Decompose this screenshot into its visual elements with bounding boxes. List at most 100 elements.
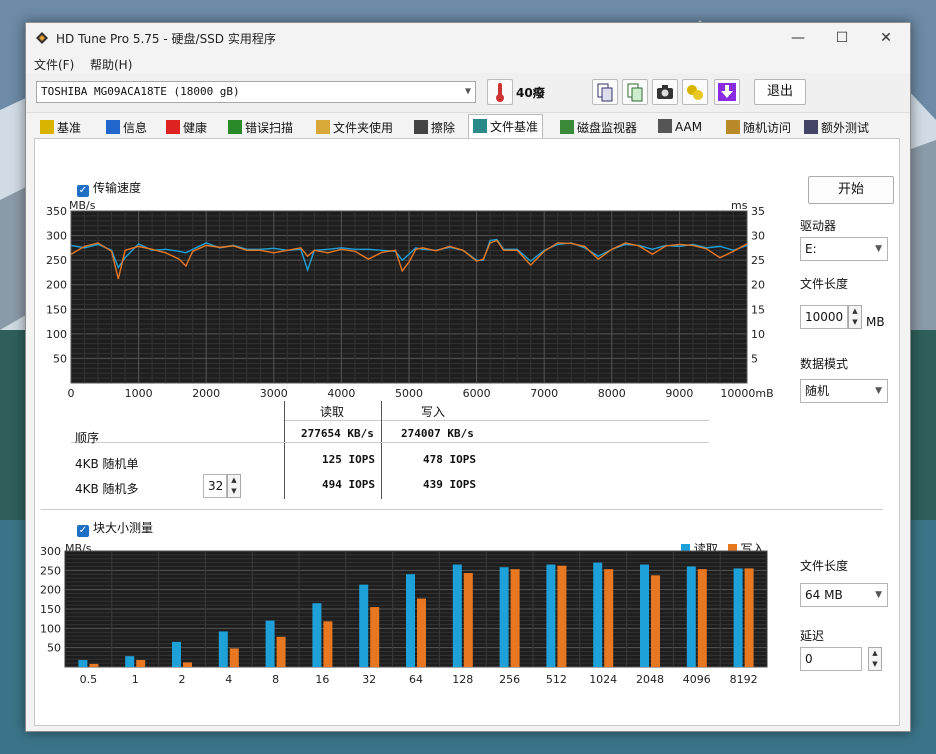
drive-select[interactable]: TOSHIBA MG09ACA18TE (18000 gB) ▼ [36, 81, 476, 103]
bar-read [406, 574, 415, 667]
bar-write [229, 648, 239, 667]
queue-depth-spinner[interactable]: ▲ ▼ [227, 474, 241, 498]
file-length-label: 文件长度 [800, 277, 849, 291]
block-file-length-select[interactable]: 64 MB ▼ [800, 583, 888, 607]
bar-write [136, 660, 146, 667]
exit-button[interactable]: 退出 [754, 79, 806, 105]
chevron-down-icon: ▼ [875, 244, 882, 254]
options-button[interactable] [682, 79, 708, 105]
y2-tick-label: 15 [751, 303, 765, 316]
maximize-button[interactable]: ☐ [822, 27, 862, 49]
screenshot-button[interactable] [652, 79, 678, 105]
block-size-checkbox[interactable]: ✓ 块大小测量 [77, 519, 153, 537]
tab-10[interactable]: 额外测试 [800, 116, 873, 138]
spin-down-icon[interactable]: ▼ [869, 659, 881, 670]
file-length-spinner[interactable]: ▲ ▼ [848, 305, 862, 329]
block-file-length-label: 文件长度 [800, 559, 849, 573]
x-tick-label: 2000 [192, 387, 220, 400]
x-tick-label: 1024 [589, 673, 617, 686]
copy-info-icon [597, 83, 613, 102]
result-read-value: 494 IOPS [322, 478, 375, 491]
tab-9[interactable]: 随机访问 [722, 116, 795, 138]
bar-read [125, 656, 135, 667]
results-row-divider [71, 442, 709, 443]
tab-6[interactable]: 文件基准 [468, 114, 544, 139]
spin-up-icon[interactable]: ▲ [849, 306, 861, 317]
y-tick-label: 300 [40, 547, 61, 558]
spin-up-icon[interactable]: ▲ [228, 475, 240, 486]
camera-icon [657, 85, 673, 99]
results-col-read: 读取 [320, 405, 345, 419]
download-button[interactable] [714, 79, 740, 105]
result-row-label: 顺序 [75, 431, 100, 445]
delay-input[interactable]: 0 [800, 647, 862, 671]
close-button[interactable]: ✕ [866, 27, 906, 49]
queue-depth-input[interactable]: 32 [203, 474, 227, 498]
tab-7[interactable]: 磁盘监视器 [556, 116, 641, 138]
tab-1[interactable]: 信息 [102, 116, 151, 138]
spin-down-icon[interactable]: ▼ [849, 317, 861, 328]
bar-write [463, 573, 473, 667]
menu-help[interactable]: 帮助(H) [90, 56, 132, 73]
tab-2[interactable]: 健康 [162, 116, 211, 138]
x-tick-label: 1000 [125, 387, 153, 400]
tab-4[interactable]: 文件夹使用 [312, 116, 397, 138]
x-tick-label: 8192 [730, 673, 758, 686]
x-tick-label: 10000mB [720, 387, 773, 400]
data-mode-select[interactable]: 随机 ▼ [800, 379, 888, 403]
x-tick-label: 3000 [260, 387, 288, 400]
x-tick-label: 6000 [463, 387, 491, 400]
bar-read [312, 603, 322, 667]
y-tick-label: 100 [46, 328, 67, 341]
menu-bar: 文件(F) 帮助(H) [26, 53, 910, 73]
transfer-speed-chart: 3503002502001501005035302520151050 1000 20… [46, 205, 774, 400]
tab-label: 基准 [57, 121, 82, 135]
chevron-down-icon: ▼ [875, 590, 882, 600]
y-tick-label: 350 [46, 205, 67, 218]
drive-letter-select[interactable]: E: ▼ [800, 237, 888, 261]
checkmark-icon: ✓ [77, 525, 89, 537]
transfer-speed-label: 传输速度 [93, 181, 142, 195]
window-title: HD Tune Pro 5.75 - 硬盘/SSD 实用程序 [56, 32, 276, 46]
bar-read [218, 631, 228, 667]
app-icon [36, 32, 48, 44]
block-file-length-value: 64 MB [805, 588, 843, 602]
file-length-input[interactable]: 10000 [800, 305, 848, 329]
title-bar: HD Tune Pro 5.75 - 硬盘/SSD 实用程序 — ☐ ✕ [26, 23, 910, 53]
results-col-divider-1 [284, 401, 285, 499]
tab-8[interactable]: AAM [654, 116, 706, 138]
tab-0[interactable]: 基准 [36, 116, 85, 138]
tab-3[interactable]: 错误扫描 [224, 116, 297, 138]
spin-up-icon[interactable]: ▲ [869, 648, 881, 659]
tab-5[interactable]: 擦除 [410, 116, 459, 138]
tab-icon [40, 120, 54, 134]
x-tick-label: 8000 [598, 387, 626, 400]
bar-write [370, 607, 380, 667]
temperature-button[interactable] [487, 79, 513, 105]
x-tick-label: 2 [179, 673, 186, 686]
result-read-value: 125 IOPS [322, 453, 375, 466]
y2-tick-label: 10 [751, 328, 765, 341]
tab-icon [414, 120, 428, 134]
result-row-label: 4KB 随机多 [75, 482, 139, 496]
section-divider [41, 509, 883, 510]
minimize-button[interactable]: — [778, 27, 818, 49]
bar-write [323, 621, 333, 667]
tab-icon [658, 119, 672, 133]
transfer-speed-checkbox[interactable]: ✓ 传输速度 [77, 179, 141, 197]
bar-write [604, 569, 614, 667]
tab-icon [726, 120, 740, 134]
menu-file[interactable]: 文件(F) [34, 56, 74, 73]
copy-screen-button[interactable] [622, 79, 648, 105]
start-button[interactable]: 开始 [808, 176, 894, 204]
copy-info-button[interactable] [592, 79, 618, 105]
y-tick-label: 300 [46, 230, 67, 243]
data-mode-value: 随机 [805, 384, 830, 398]
delay-spinner[interactable]: ▲ ▼ [868, 647, 882, 671]
bar-read [452, 564, 462, 667]
spin-down-icon[interactable]: ▼ [228, 486, 240, 497]
y-tick-label: 250 [46, 254, 67, 267]
tab-icon [166, 120, 180, 134]
block-size-label: 块大小测量 [93, 521, 154, 535]
x-tick-label: 64 [409, 673, 423, 686]
